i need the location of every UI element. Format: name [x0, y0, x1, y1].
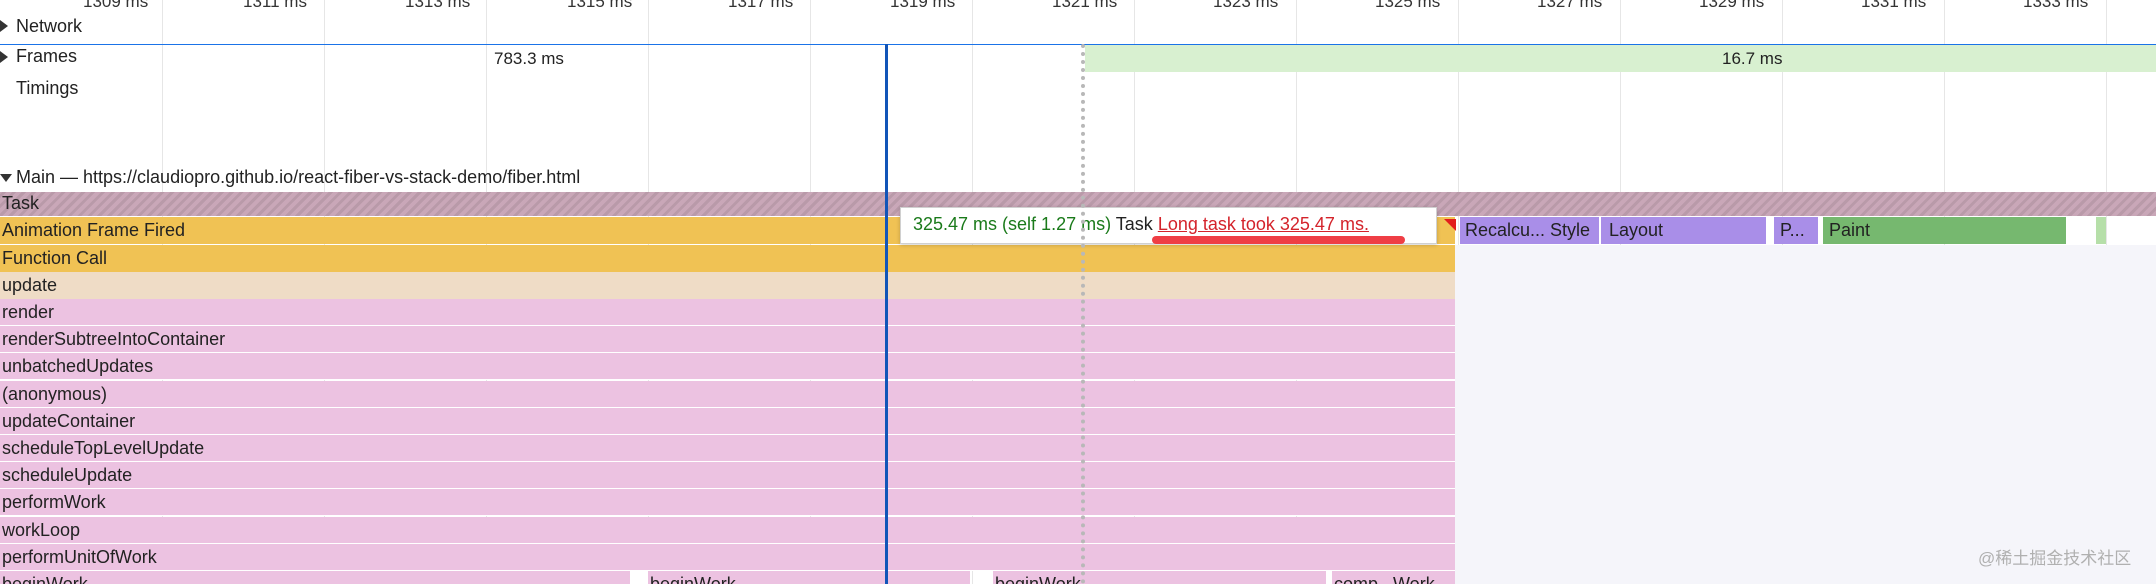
- ruler-tick-label: 1325 ms: [1375, 0, 1441, 11]
- tooltip-event-name: Task: [1115, 214, 1153, 234]
- stack-frame-bar[interactable]: renderSubtreeIntoContainer: [0, 326, 1455, 353]
- frame-duration-short: 16.7 ms: [1722, 49, 1783, 68]
- performance-timeline[interactable]: 1309 ms 1311 ms 1313 ms 1315 ms 1317 ms 1319 …: [0, 0, 2156, 584]
- stack-frame-bar[interactable]: beginWork: [993, 571, 1326, 584]
- network-track[interactable]: Network: [0, 14, 2156, 38]
- function-call-bar[interactable]: Function Call: [0, 245, 1455, 272]
- ruler-tick-label: 1313 ms: [405, 0, 471, 11]
- highlight-underline: [1152, 236, 1405, 244]
- main-thread-track[interactable]: Main — https://claudiopro.github.io/reac…: [0, 166, 2156, 190]
- stack-frame-bar[interactable]: performWork: [0, 489, 1455, 516]
- expand-triangle-icon[interactable]: [0, 51, 8, 63]
- frame-block[interactable]: [1085, 45, 2156, 72]
- timings-track-label: Timings: [16, 78, 79, 98]
- expand-triangle-icon[interactable]: [0, 20, 8, 32]
- stack-frame-bar[interactable]: beginWork: [0, 571, 630, 584]
- frames-track[interactable]: Frames 783.3 ms 16.7 ms: [0, 44, 2156, 73]
- stack-frame-bar[interactable]: performUnitOfWork: [0, 544, 1455, 571]
- ruler-tick-label: 1321 ms: [1052, 0, 1118, 11]
- ruler-tick-label: 1315 ms: [567, 0, 633, 11]
- recalculate-style-bar[interactable]: Recalcu... Style: [1460, 217, 1600, 244]
- network-track-label: Network: [16, 16, 83, 36]
- stack-frame-bar[interactable]: scheduleTopLevelUpdate: [0, 435, 1455, 462]
- idle-area: [1455, 245, 2156, 584]
- frames-track-label: Frames: [16, 46, 78, 66]
- watermark: @稀土掘金技术社区: [1978, 549, 2132, 568]
- ruler-tick-label: 1333 ms: [2023, 0, 2089, 11]
- ruler-tick-label: 1327 ms: [1537, 0, 1603, 11]
- collapse-triangle-icon[interactable]: [0, 174, 12, 182]
- ruler-tick-label: 1323 ms: [1213, 0, 1279, 11]
- stack-frame-bar[interactable]: comp...Work: [1332, 571, 1455, 584]
- stack-frame-bar[interactable]: scheduleUpdate: [0, 462, 1455, 489]
- ruler-tick-label: 1311 ms: [243, 0, 307, 11]
- stack-frame-bar[interactable]: beginWork: [648, 571, 970, 584]
- timings-track[interactable]: Timings: [0, 78, 2156, 104]
- layout-bar[interactable]: Layout: [1601, 217, 1767, 244]
- stack-frame-bar[interactable]: workLoop: [0, 517, 1455, 544]
- ruler-tick-label: 1317 ms: [728, 0, 794, 11]
- ruler-tick-label: 1319 ms: [890, 0, 956, 11]
- stack-frame-bar[interactable]: render: [0, 299, 1455, 326]
- frame-duration-long: 783.3 ms: [494, 49, 564, 68]
- paint-bar[interactable]: Paint: [1823, 217, 2066, 244]
- frame-boundary-marker: [1081, 44, 1085, 584]
- stack-frame-bar[interactable]: updateContainer: [0, 408, 1455, 435]
- stack-frame-bar[interactable]: (anonymous): [0, 381, 1455, 408]
- ruler-tick-label: 1331 ms: [1861, 0, 1927, 11]
- ruler-tick-label: 1309 ms: [83, 0, 149, 11]
- stack-frame-bar[interactable]: unbatchedUpdates: [0, 353, 1455, 380]
- p-short-bar[interactable]: P...: [1774, 217, 1819, 244]
- task-label: Task: [2, 193, 40, 213]
- composite-slice[interactable]: [2096, 217, 2106, 244]
- long-task-warning-icon: [1444, 219, 1456, 231]
- long-task-warning-link[interactable]: Long task took 325.47 ms.: [1158, 214, 1369, 234]
- ruler-tick-label: 1329 ms: [1699, 0, 1765, 11]
- main-thread-label: Main — https://claudiopro.github.io/reac…: [16, 167, 581, 187]
- stack-frame-bar[interactable]: update: [0, 272, 1455, 299]
- playhead-cursor[interactable]: [885, 44, 888, 584]
